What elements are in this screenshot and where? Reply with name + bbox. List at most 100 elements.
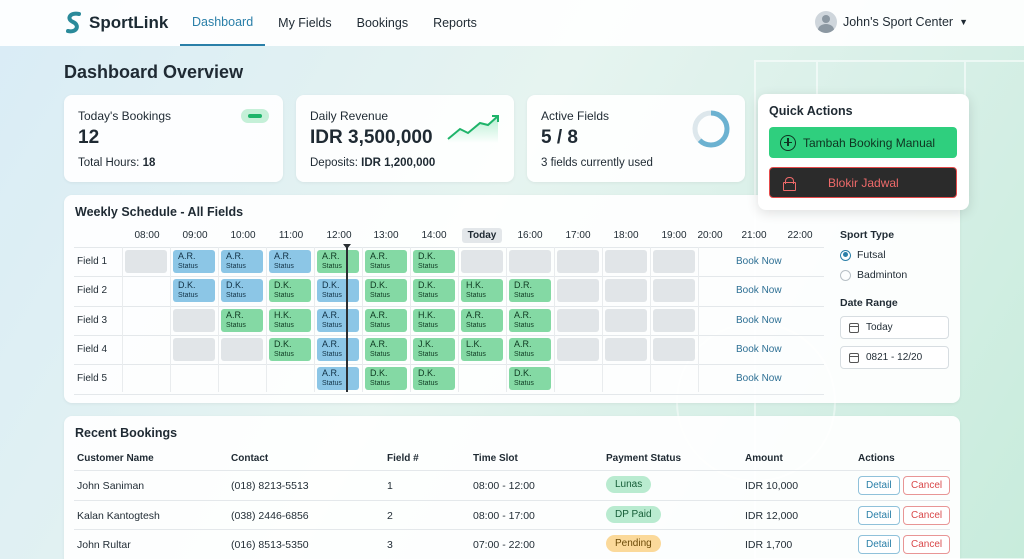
booked-slot[interactable]: A.R. Status bbox=[317, 308, 359, 332]
date-picker-range[interactable]: 0821 - 12/20 bbox=[840, 346, 949, 369]
booked-slot[interactable]: D.K. Status bbox=[365, 367, 407, 391]
slot-initials: A.R. bbox=[370, 309, 388, 320]
booked-slot[interactable]: A.R. Status bbox=[173, 250, 215, 273]
sportlink-logo-icon bbox=[66, 11, 81, 34]
slot-initials: A.R. bbox=[322, 368, 340, 379]
empty-slot[interactable] bbox=[653, 250, 695, 273]
slot-status: Status bbox=[370, 321, 390, 329]
booked-slot[interactable]: A.R. Status bbox=[221, 308, 263, 332]
booked-slot[interactable]: A.R. Status bbox=[509, 337, 551, 361]
booked-slot[interactable]: D.K. Status bbox=[413, 279, 455, 303]
booked-slot[interactable]: H.K. Status bbox=[413, 308, 455, 332]
slot-status: Status bbox=[178, 263, 198, 270]
empty-slot[interactable] bbox=[605, 337, 647, 361]
empty-slot[interactable] bbox=[509, 250, 551, 273]
brand-logo[interactable]: SportLink bbox=[64, 11, 168, 35]
booked-slot[interactable]: D.K. Status bbox=[269, 337, 311, 361]
radio-unselected-icon bbox=[840, 269, 851, 281]
detail-button[interactable]: Detail bbox=[858, 506, 900, 525]
booked-slot[interactable]: A.R. Status bbox=[365, 308, 407, 332]
tab-dashboard[interactable]: Dashboard bbox=[180, 0, 266, 46]
empty-slot[interactable] bbox=[605, 250, 647, 273]
empty-slot[interactable] bbox=[557, 279, 599, 303]
booked-slot[interactable]: D.K. Status bbox=[509, 367, 551, 391]
booked-slot[interactable]: A.R. Status bbox=[461, 308, 503, 332]
booked-slot[interactable]: D.K. Status bbox=[173, 279, 215, 303]
empty-slot[interactable] bbox=[461, 250, 503, 273]
page-title: Dashboard Overview bbox=[64, 62, 244, 82]
empty-slot[interactable] bbox=[173, 337, 215, 361]
block-schedule-button[interactable]: Blokir Jadwal bbox=[769, 167, 957, 198]
radio-futsal[interactable]: Futsal bbox=[840, 249, 950, 261]
booked-slot[interactable]: A.R. Status bbox=[317, 337, 359, 361]
detail-button[interactable]: Detail bbox=[858, 535, 900, 554]
date-picker-today[interactable]: Today bbox=[840, 316, 949, 339]
field-row-label: Field 2 bbox=[77, 285, 108, 297]
tab-reports[interactable]: Reports bbox=[421, 0, 489, 46]
empty-slot[interactable] bbox=[653, 337, 695, 361]
booked-slot[interactable]: A.R. Status bbox=[221, 250, 263, 273]
booked-slot[interactable]: D.K. Status bbox=[221, 279, 263, 303]
brand-name: SportLink bbox=[89, 13, 169, 32]
booked-slot[interactable]: A.R. Status bbox=[317, 367, 359, 391]
book-now-link[interactable]: Book Now bbox=[736, 256, 782, 267]
grid-col-line bbox=[698, 247, 699, 392]
empty-slot[interactable] bbox=[557, 250, 599, 273]
booked-slot[interactable]: A.R. Status bbox=[365, 250, 407, 273]
empty-slot[interactable] bbox=[605, 308, 647, 332]
booked-slot[interactable]: A.R. Status bbox=[269, 250, 311, 273]
empty-slot[interactable] bbox=[557, 337, 599, 361]
cancel-button[interactable]: Cancel bbox=[903, 535, 951, 554]
slot-initials: D.K. bbox=[274, 338, 292, 349]
empty-slot[interactable] bbox=[653, 279, 695, 303]
book-now-link[interactable]: Book Now bbox=[736, 315, 782, 326]
detail-button[interactable]: Detail bbox=[858, 476, 900, 495]
daily-revenue-card: Daily Revenue IDR 3,500,000 Deposits: ID… bbox=[296, 95, 514, 182]
empty-slot[interactable] bbox=[653, 308, 695, 332]
booked-slot[interactable]: A.R. Status bbox=[317, 250, 359, 273]
user-menu[interactable]: John's Sport Center ▼ bbox=[814, 11, 968, 33]
cell-name: Kalan Kantogtesh bbox=[77, 510, 160, 522]
cancel-button[interactable]: Cancel bbox=[903, 506, 951, 525]
booked-slot[interactable]: D.K. Status bbox=[365, 279, 407, 303]
cell-field: 1 bbox=[387, 480, 393, 492]
booked-slot[interactable]: D.K. Status bbox=[413, 250, 455, 273]
empty-slot[interactable] bbox=[605, 279, 647, 303]
radio-badminton[interactable]: Badminton bbox=[840, 269, 950, 281]
tab-my-fields[interactable]: My Fields bbox=[266, 0, 343, 46]
table-row-divider bbox=[74, 529, 950, 530]
booked-slot[interactable]: A.R. Status bbox=[509, 308, 551, 332]
slot-initials: A.R. bbox=[226, 309, 244, 320]
slot-initials: D.K. bbox=[178, 280, 196, 291]
cancel-button[interactable]: Cancel bbox=[903, 476, 951, 495]
tab-bookings[interactable]: Bookings bbox=[345, 0, 420, 46]
cell-field: 3 bbox=[387, 539, 393, 551]
book-now-link[interactable]: Book Now bbox=[736, 285, 782, 296]
slot-status: Status bbox=[226, 292, 246, 300]
booked-slot[interactable]: H.K. Status bbox=[269, 308, 311, 332]
empty-slot[interactable] bbox=[221, 337, 263, 361]
column-header: Actions bbox=[858, 453, 895, 464]
date-range-title: Date Range bbox=[840, 297, 898, 309]
time-header: 22:00 bbox=[787, 230, 813, 241]
booked-slot[interactable]: D.K. Status bbox=[413, 367, 455, 391]
book-now-link[interactable]: Book Now bbox=[736, 344, 782, 355]
column-header: Time Slot bbox=[473, 453, 518, 464]
cell-amount: IDR 1,700 bbox=[745, 539, 793, 551]
time-header: 17:00 bbox=[565, 230, 591, 241]
add-booking-button[interactable]: Tambah Booking Manual bbox=[769, 127, 957, 158]
booked-slot[interactable]: A.R. Status bbox=[365, 337, 407, 361]
booked-slot[interactable]: D.R. Status bbox=[509, 279, 551, 303]
booked-slot[interactable]: L.K. Status bbox=[461, 337, 503, 361]
empty-slot[interactable] bbox=[173, 308, 215, 332]
empty-slot[interactable] bbox=[557, 308, 599, 332]
booked-slot[interactable]: H.K. Status bbox=[461, 279, 503, 303]
booked-slot[interactable]: D.K. Status bbox=[317, 279, 359, 303]
booked-slot[interactable]: D.K. Status bbox=[269, 279, 311, 303]
booked-slot[interactable]: J.K. Status bbox=[413, 337, 455, 361]
column-header: Amount bbox=[745, 453, 783, 464]
slot-status: Status bbox=[514, 321, 534, 329]
empty-slot[interactable] bbox=[125, 250, 167, 273]
slot-status: Status bbox=[418, 350, 438, 358]
book-now-link[interactable]: Book Now bbox=[736, 373, 782, 384]
